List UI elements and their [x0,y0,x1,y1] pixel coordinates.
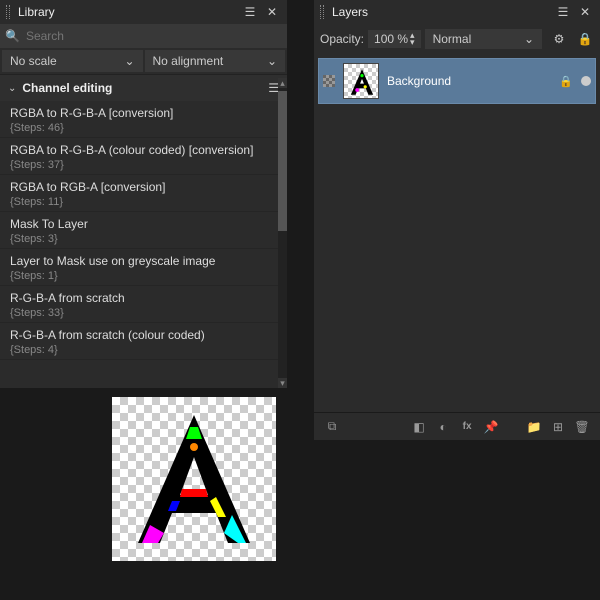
search-input[interactable] [26,29,282,43]
layers-tab-label[interactable]: Layers [332,5,550,19]
folder-icon[interactable]: 📁 [525,418,543,436]
trash-icon[interactable]: 🗑 [573,418,591,436]
blend-mode-dropdown[interactable]: Normal ⌄ [425,29,542,49]
panel-menu-icon[interactable]: ☰ [554,3,572,21]
transparency-icon[interactable] [323,75,335,87]
pin-icon[interactable]: 📌 [482,418,500,436]
chevron-down-icon: ⌄ [267,54,277,68]
lock-icon[interactable]: 🔒 [559,75,573,88]
list-item[interactable]: RGBA to R-G-B-A [conversion]{Steps: 46} [0,101,287,138]
alignment-dropdown-label: No alignment [153,54,224,68]
list-item[interactable]: Mask To Layer{Steps: 3} [0,212,287,249]
opacity-input[interactable]: 100 % ▴▾ [368,30,421,48]
library-tab-label[interactable]: Library [18,5,237,19]
layers-bottom-bar: ⧉ ◧ ◐ fx 📌 📁 ⊞ 🗑 [314,412,600,440]
layers-tab-bar: Layers ☰ ✕ [314,0,600,24]
panel-menu-icon[interactable]: ☰ [241,3,259,21]
layer-row[interactable]: Background 🔒 [318,58,596,104]
macro-list[interactable]: RGBA to R-G-B-A [conversion]{Steps: 46} … [0,101,287,393]
panel-close-icon[interactable]: ✕ [576,3,594,21]
list-item[interactable]: RGBA to R-G-B-A (colour coded) [conversi… [0,138,287,175]
list-item[interactable]: R-G-B-A from scratch{Steps: 33} [0,286,287,323]
opacity-row: Opacity: 100 % ▴▾ Normal ⌄ ⚙ 🔒 [314,24,600,54]
section-header[interactable]: ⌄ Channel editing ☰ [0,74,287,101]
opacity-label: Opacity: [320,32,364,46]
dock-grip-icon[interactable] [6,5,10,19]
library-tab-bar: Library ☰ ✕ [0,0,287,24]
layer-name: Background [387,74,551,88]
merge-icon[interactable]: ⧉ [323,418,341,436]
layer-thumbnail[interactable] [343,63,379,99]
duplicate-icon[interactable]: ⊞ [549,418,567,436]
scroll-up-icon[interactable]: ▴ [278,78,287,88]
fx-icon[interactable]: fx [458,418,476,436]
section-title: Channel editing [22,81,268,95]
layers-list: Background 🔒 [314,54,600,108]
alignment-dropdown[interactable]: No alignment ⌄ [145,50,286,72]
list-item[interactable]: Layer to Mask use on greyscale image{Ste… [0,249,287,286]
scrollbar-thumb[interactable] [278,91,287,231]
gear-icon[interactable]: ⚙ [550,30,568,48]
search-row: 🔍 [0,24,287,48]
list-item[interactable]: R-G-B-A from scratch (colour coded){Step… [0,323,287,360]
canvas-preview [112,397,276,561]
list-item[interactable]: RGBA to RGB-A [conversion]{Steps: 11} [0,175,287,212]
scale-dropdown[interactable]: No scale ⌄ [2,50,143,72]
adjustment-icon[interactable]: ◐ [434,418,452,436]
chevron-down-icon: ⌄ [124,54,134,68]
visibility-dot-icon[interactable] [581,76,591,86]
scale-dropdown-label: No scale [10,54,57,68]
mask-icon[interactable]: ◧ [410,418,428,436]
chevron-down-icon: ⌄ [524,32,534,46]
chevron-down-icon: ⌄ [8,83,16,94]
opacity-value: 100 % [374,32,408,46]
search-icon: 🔍 [5,29,20,43]
panel-close-icon[interactable]: ✕ [263,3,281,21]
lock-icon[interactable]: 🔒 [576,30,594,48]
scroll-down-icon[interactable]: ▾ [278,378,287,388]
dock-grip-icon[interactable] [320,5,324,19]
scrollbar[interactable] [278,88,287,384]
opacity-stepper-icon[interactable]: ▴▾ [410,32,415,46]
blend-mode-label: Normal [433,32,472,46]
